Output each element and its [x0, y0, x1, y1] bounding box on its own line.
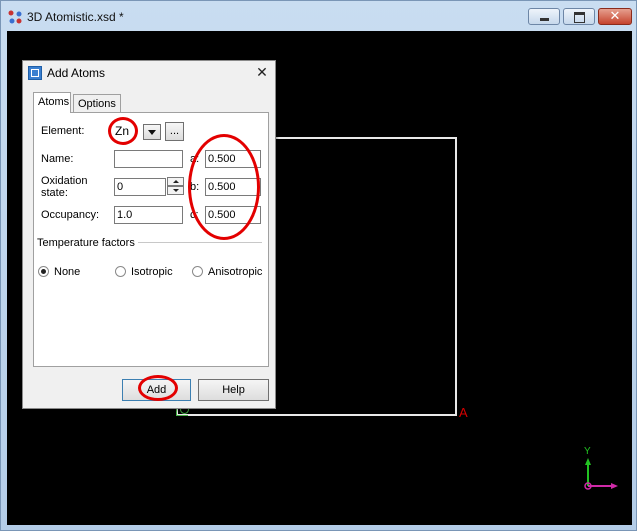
element-browse-button[interactable]: ...	[165, 122, 184, 141]
axes-triad-icon: Y	[584, 446, 618, 490]
annotation-circle-coords	[188, 134, 260, 240]
atomistic-document-icon	[8, 10, 22, 24]
occupancy-input[interactable]: 1.0	[114, 206, 183, 224]
oxidation-label-line1: Oxidation	[41, 175, 88, 187]
temperature-group-label: Temperature factors	[37, 237, 135, 249]
close-icon: ✕	[609, 8, 621, 23]
tab-atoms[interactable]: Atoms	[33, 92, 71, 113]
arrow-up-icon	[172, 180, 179, 183]
chevron-down-icon	[148, 130, 156, 135]
annotation-circle-element	[108, 117, 138, 145]
maximize-button[interactable]	[563, 8, 595, 25]
element-label: Element:	[41, 125, 85, 137]
dialog-title: Add Atoms	[47, 66, 106, 80]
group-divider	[138, 242, 262, 243]
element-dropdown-button[interactable]	[143, 124, 161, 140]
dialog-close-icon[interactable]: ✕	[254, 64, 270, 80]
oxidation-label-line2: state:	[41, 187, 68, 199]
oxidation-spin-up[interactable]	[167, 177, 184, 186]
radio-none[interactable]	[38, 266, 49, 277]
arrow-down-icon	[172, 189, 179, 192]
tab-options[interactable]: Options	[73, 94, 121, 112]
oxidation-state-input[interactable]: 0	[114, 178, 166, 196]
radio-anisotropic[interactable]	[192, 266, 203, 277]
axis-a-label: A	[459, 405, 468, 420]
name-label: Name:	[41, 153, 74, 165]
occupancy-label: Occupancy:	[41, 209, 100, 221]
radio-isotropic-label: Isotropic	[131, 266, 173, 278]
radio-none-label: None	[54, 266, 81, 278]
radio-anisotropic-label: Anisotropic	[208, 266, 263, 278]
oxidation-spin-down[interactable]	[167, 186, 184, 195]
window-close-button[interactable]: ✕	[598, 8, 632, 25]
window-title: 3D Atomistic.xsd *	[27, 10, 124, 24]
name-input[interactable]	[114, 150, 183, 168]
minimize-button[interactable]	[528, 8, 560, 25]
help-button[interactable]: Help	[198, 379, 269, 401]
annotation-circle-add	[138, 375, 178, 401]
dialog-app-icon	[28, 66, 42, 80]
axis-y-label: Y	[584, 446, 591, 457]
radio-isotropic[interactable]	[115, 266, 126, 277]
